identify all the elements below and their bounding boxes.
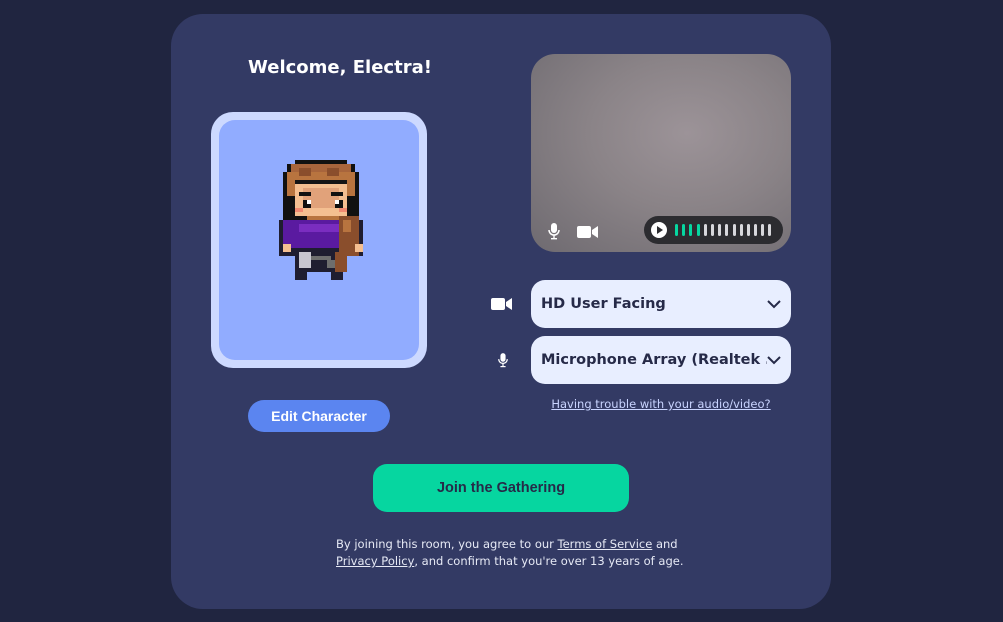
meter-bar — [718, 224, 722, 236]
meter-bar — [732, 224, 736, 236]
join-card: Welcome, Electra! Edit Character HD User… — [171, 14, 831, 609]
meter-bar — [682, 224, 686, 236]
avatar-preview — [219, 120, 419, 360]
video-camera-icon[interactable] — [577, 224, 599, 243]
meter-bar — [689, 224, 693, 236]
microphone-select[interactable]: Microphone Array (Realtek ... — [531, 336, 791, 384]
pixel-avatar — [279, 160, 363, 280]
terms-text-2: and — [652, 537, 678, 551]
meter-bar — [739, 224, 743, 236]
edit-character-button[interactable]: Edit Character — [248, 400, 390, 432]
terms-text-3: , and confirm that you're over 13 years … — [414, 554, 684, 568]
terms-of-service-link[interactable]: Terms of Service — [558, 537, 653, 551]
terms-text-1: By joining this room, you agree to our — [336, 537, 558, 551]
terms-notice: By joining this room, you agree to our T… — [301, 536, 701, 570]
camera-select[interactable]: HD User Facing — [531, 280, 791, 328]
meter-bar — [675, 224, 678, 236]
meter-bar — [746, 224, 750, 236]
meter-bar — [703, 224, 707, 236]
chevron-down-icon — [767, 299, 781, 308]
avatar-frame — [211, 112, 427, 368]
welcome-heading: Welcome, Electra! — [248, 57, 432, 78]
meter-bar — [754, 224, 758, 236]
play-icon[interactable] — [651, 222, 667, 238]
camera-preview — [531, 54, 791, 252]
chevron-down-icon — [767, 355, 781, 364]
meter-bar — [761, 224, 765, 236]
meter-bar — [768, 224, 772, 236]
microphone-icon — [497, 351, 509, 373]
audio-video-help-link[interactable]: Having trouble with your audio/video? — [531, 397, 791, 411]
meter-bar — [696, 224, 700, 236]
meter-bar — [710, 224, 714, 236]
camera-select-value: HD User Facing — [541, 296, 666, 312]
audio-level-meter — [644, 216, 783, 244]
microphone-icon[interactable] — [547, 222, 561, 244]
meter-bar — [725, 224, 729, 236]
microphone-select-value: Microphone Array (Realtek ... — [541, 352, 767, 368]
video-camera-icon — [491, 296, 513, 315]
join-gathering-button[interactable]: Join the Gathering — [373, 464, 629, 512]
privacy-policy-link[interactable]: Privacy Policy — [336, 554, 414, 568]
